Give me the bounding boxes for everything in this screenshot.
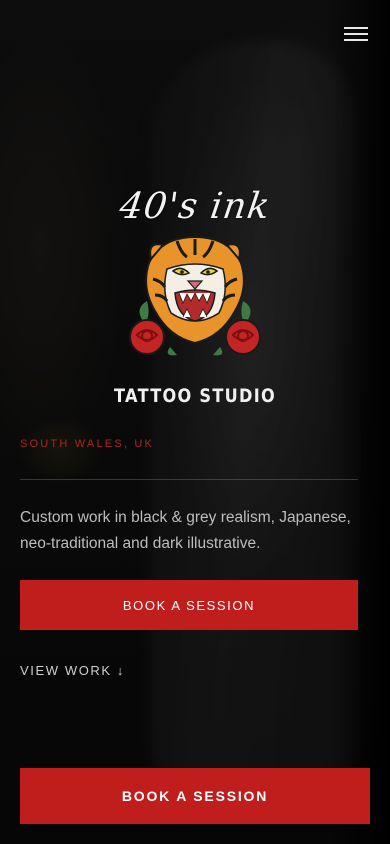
sticky-book-session-button[interactable]: BOOK A SESSION — [20, 768, 370, 824]
view-work-link[interactable]: VIEW WORK ↓ — [20, 663, 125, 678]
menu-icon[interactable] — [344, 24, 368, 42]
studio-logo: 40's ink — [0, 186, 390, 359]
menu-line — [344, 27, 368, 29]
book-session-button[interactable]: BOOK A SESSION — [20, 580, 358, 630]
studio-description: Custom work in black & grey realism, Jap… — [20, 509, 351, 552]
studio-title: TATTOO STUDIO — [114, 385, 276, 407]
tiger-emblem-icon — [129, 235, 261, 356]
menu-line — [344, 39, 368, 41]
divider — [20, 479, 358, 480]
studio-location: SOUTH WALES, UK — [20, 438, 155, 450]
logo-script-text: 40's ink — [117, 186, 273, 227]
menu-line — [344, 33, 368, 35]
background-overlay — [0, 0, 390, 844]
